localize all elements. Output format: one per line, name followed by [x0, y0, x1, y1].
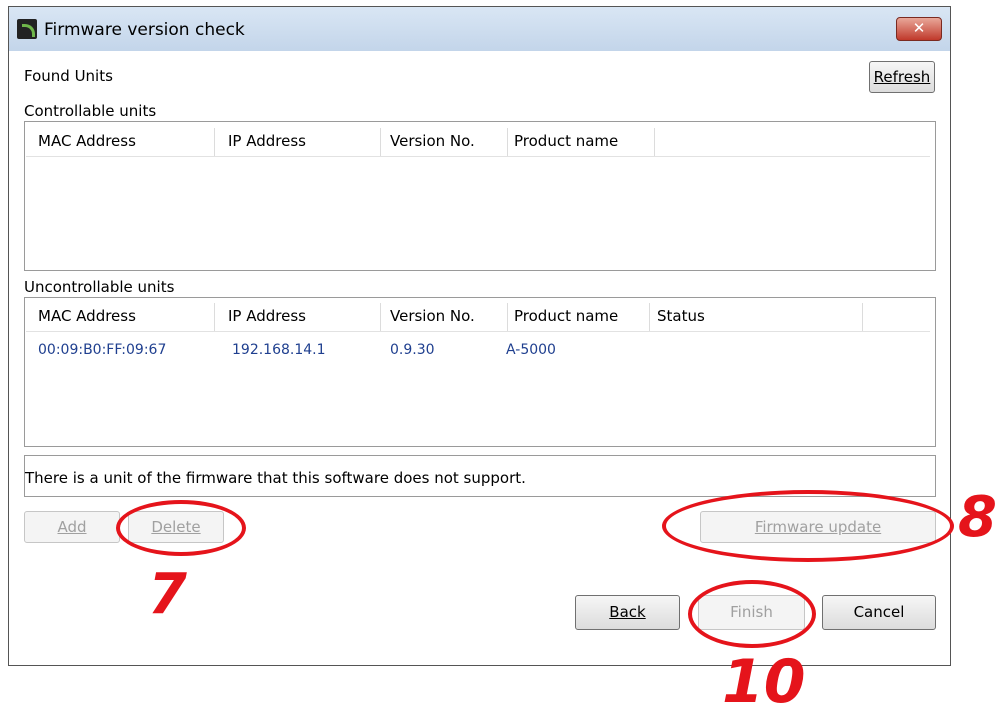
refresh-button-label: Refresh	[873, 68, 931, 86]
uncontrollable-col-status[interactable]: Status	[657, 303, 705, 331]
message-text: There is a unit of the firmware that thi…	[25, 469, 526, 487]
table-row[interactable]: 00:09:B0:FF:09:67 192.168.14.1 0.9.30 A-…	[26, 338, 930, 362]
column-divider[interactable]	[214, 303, 215, 331]
callout-ring-finish	[688, 580, 816, 648]
header-rule	[26, 156, 930, 157]
callout-number-10: 10	[722, 647, 806, 717]
add-button-label: Add	[57, 518, 87, 536]
close-button[interactable]: ✕	[896, 17, 942, 41]
column-divider[interactable]	[507, 303, 508, 331]
row-product: A-5000	[506, 342, 556, 358]
row-mac: 00:09:B0:FF:09:67	[38, 342, 167, 358]
column-divider[interactable]	[649, 303, 650, 331]
uncontrollable-col-product[interactable]: Product name	[514, 303, 618, 331]
uncontrollable-col-ip[interactable]: IP Address	[228, 303, 306, 331]
window-title: Firmware version check	[44, 20, 245, 40]
uncontrollable-units-label: Uncontrollable units	[24, 278, 175, 296]
column-divider[interactable]	[654, 128, 655, 156]
cancel-button[interactable]: Cancel	[822, 595, 936, 630]
back-button-label: Back	[609, 603, 646, 621]
app-logo-icon	[17, 19, 37, 39]
column-divider[interactable]	[380, 303, 381, 331]
row-version: 0.9.30	[390, 342, 435, 358]
column-divider[interactable]	[214, 128, 215, 156]
column-divider[interactable]	[507, 128, 508, 156]
controllable-units-list[interactable]	[24, 121, 936, 271]
header-rule	[26, 331, 930, 332]
controllable-col-ip[interactable]: IP Address	[228, 128, 306, 156]
column-divider[interactable]	[862, 303, 863, 331]
callout-number-7: 7	[148, 562, 187, 627]
uncontrollable-col-version[interactable]: Version No.	[390, 303, 475, 331]
uncontrollable-units-list[interactable]	[24, 297, 936, 447]
callout-ring-firmware-update	[662, 490, 954, 562]
controllable-units-label: Controllable units	[24, 102, 157, 120]
refresh-button[interactable]: Refresh	[869, 61, 935, 93]
controllable-col-version[interactable]: Version No.	[390, 128, 475, 156]
back-button[interactable]: Back	[575, 595, 680, 630]
callout-ring-delete	[116, 500, 246, 556]
controllable-col-mac[interactable]: MAC Address	[38, 128, 136, 156]
column-divider[interactable]	[380, 128, 381, 156]
callout-number-8: 8	[958, 485, 997, 550]
row-ip: 192.168.14.1	[232, 342, 326, 358]
found-units-label: Found Units	[24, 67, 113, 85]
uncontrollable-col-mac[interactable]: MAC Address	[38, 303, 136, 331]
add-button[interactable]: Add	[24, 511, 120, 543]
controllable-col-product[interactable]: Product name	[514, 128, 618, 156]
